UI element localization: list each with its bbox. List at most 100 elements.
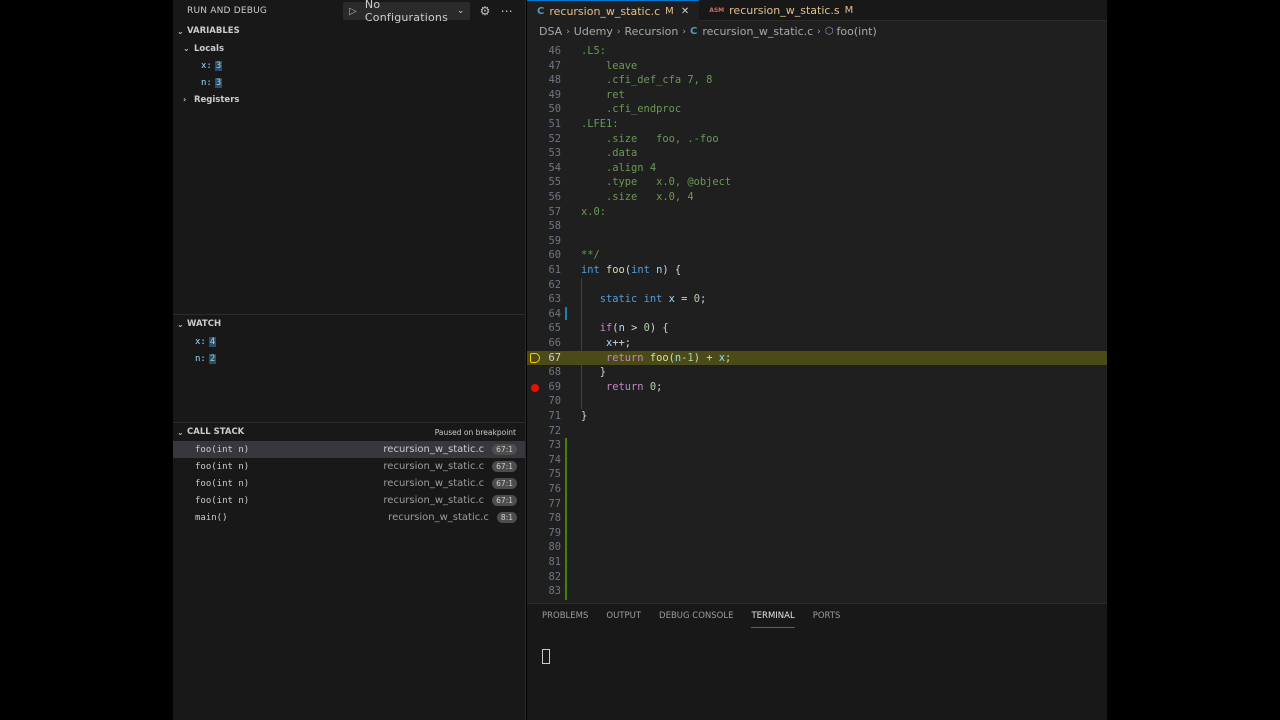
sidebar-title: RUN AND DEBUG bbox=[187, 6, 268, 16]
chevron-down-icon: ⌄ bbox=[177, 26, 184, 36]
code-line[interactable]: 75 bbox=[527, 467, 1107, 482]
code-line[interactable]: 80 bbox=[527, 540, 1107, 555]
code-line[interactable]: 64 bbox=[527, 307, 1107, 322]
locals-group[interactable]: ⌄ Locals bbox=[173, 40, 525, 57]
code-line[interactable]: 50 .cfi_endproc bbox=[527, 102, 1107, 117]
code-line[interactable]: 52 .size foo, .-foo bbox=[527, 132, 1107, 147]
callstack-header[interactable]: ⌄ CALL STACK Paused on breakpoint bbox=[173, 423, 525, 441]
code-line[interactable]: 58 bbox=[527, 219, 1107, 234]
line-number: 76 bbox=[548, 483, 561, 495]
line-number: 54 bbox=[548, 161, 561, 174]
paused-status: Paused on breakpoint bbox=[434, 427, 516, 437]
terminal-cursor[interactable] bbox=[542, 649, 550, 664]
tab-debug-console[interactable]: DEBUG CONSOLE bbox=[659, 604, 733, 628]
line-number: 46 bbox=[548, 45, 561, 57]
line-number: 66 bbox=[548, 337, 561, 349]
tab-problems[interactable]: PROBLEMS bbox=[542, 604, 588, 628]
code-line[interactable]: 56 .size x.0, 4 bbox=[527, 190, 1107, 205]
code-line[interactable]: 46 .L5: bbox=[527, 44, 1107, 59]
code-text: .size x.0, 4 bbox=[581, 191, 694, 203]
watch-header[interactable]: ⌄ WATCH bbox=[173, 315, 525, 333]
code-line[interactable]: 55 .type x.0, @object bbox=[527, 175, 1107, 190]
code-line[interactable]: 54 .align 4 bbox=[527, 161, 1107, 176]
gear-icon[interactable]: ⚙ bbox=[480, 4, 491, 18]
configuration-select[interactable]: ▷ No Configurations ⌄ bbox=[343, 0, 470, 24]
code-line[interactable]: 59 bbox=[527, 234, 1107, 249]
code-line[interactable]: 63 static int x = 0; bbox=[527, 292, 1107, 307]
line-number: 69 bbox=[548, 380, 561, 393]
line-number: 51 bbox=[548, 118, 561, 130]
stack-frame[interactable]: foo(int n) recursion_w_static.c 67:1 bbox=[173, 475, 525, 492]
code-line[interactable]: 62 bbox=[527, 278, 1107, 293]
line-number: 55 bbox=[548, 176, 561, 189]
stack-frame[interactable]: main() recursion_w_static.c 8:1 bbox=[173, 509, 525, 526]
chevron-down-icon: ⌄ bbox=[183, 44, 190, 53]
line-number: 70 bbox=[548, 395, 561, 408]
breadcrumb-item[interactable]: Udemy bbox=[574, 25, 613, 38]
tab-output[interactable]: OUTPUT bbox=[606, 604, 641, 628]
code-line[interactable]: 73 bbox=[527, 438, 1107, 453]
tab-recursion-s[interactable]: ASM recursion_w_static.s M bbox=[699, 0, 863, 21]
line-number: 64 bbox=[548, 307, 561, 320]
stack-frame[interactable]: foo(int n) recursion_w_static.c 67:1 bbox=[173, 441, 525, 458]
stack-frame[interactable]: foo(int n) recursion_w_static.c 67:1 bbox=[173, 492, 525, 509]
code-line[interactable]: 57 x.0: bbox=[527, 205, 1107, 220]
watch-row-n[interactable]: n: 2 bbox=[173, 350, 525, 367]
breadcrumb-item[interactable]: DSA bbox=[539, 25, 562, 38]
bottom-panel: PROBLEMS OUTPUT DEBUG CONSOLE TERMINAL P… bbox=[527, 603, 1107, 720]
chevron-down-icon[interactable]: ⌄ bbox=[457, 6, 465, 16]
close-icon[interactable]: ✕ bbox=[681, 6, 689, 17]
code-line[interactable]: 82 bbox=[527, 570, 1107, 585]
line-number: 82 bbox=[548, 570, 561, 583]
c-file-icon: C bbox=[537, 5, 545, 17]
code-line[interactable]: 78 bbox=[527, 511, 1107, 526]
code-line[interactable]: 66 x++; bbox=[527, 336, 1107, 351]
code-line[interactable]: 67 return foo(n-1) + x; bbox=[527, 350, 1107, 366]
line-number: 65 bbox=[548, 322, 561, 335]
code-line[interactable]: 79 bbox=[527, 526, 1107, 541]
code-line[interactable]: 72 bbox=[527, 424, 1107, 439]
code-line[interactable]: 51 .LFE1: bbox=[527, 117, 1107, 132]
code-line[interactable]: 68 } bbox=[527, 365, 1107, 380]
more-actions-icon[interactable]: ⋯ bbox=[501, 4, 513, 18]
variables-header[interactable]: ⌄ VARIABLES bbox=[173, 22, 525, 40]
code-line[interactable]: 74 bbox=[527, 453, 1107, 468]
code-view[interactable]: 46 .L5: 47 leave 48 .cfi_def_cfa 7, 8 49 ret… bbox=[527, 44, 1107, 604]
breadcrumb-item[interactable]: foo(int) bbox=[837, 25, 877, 38]
registers-group[interactable]: › Registers bbox=[173, 91, 525, 108]
stack-frame[interactable]: foo(int n) recursion_w_static.c 67:1 bbox=[173, 458, 525, 475]
chevron-right-icon: › bbox=[682, 26, 686, 37]
panel-tabs: PROBLEMS OUTPUT DEBUG CONSOLE TERMINAL P… bbox=[527, 604, 1107, 628]
code-line[interactable]: 77 bbox=[527, 497, 1107, 512]
function-icon: ⬡ bbox=[824, 26, 834, 37]
code-line[interactable]: 60 **/ bbox=[527, 248, 1107, 263]
code-line[interactable]: 53 .data bbox=[527, 146, 1107, 161]
watch-row-x[interactable]: x: 4 bbox=[173, 333, 525, 350]
code-line[interactable]: 81 bbox=[527, 555, 1107, 570]
line-number: 75 bbox=[548, 468, 561, 481]
code-line[interactable]: 49 ret bbox=[527, 88, 1107, 103]
code-line[interactable]: 76 bbox=[527, 482, 1107, 497]
variable-row-n[interactable]: n: 3 bbox=[173, 74, 525, 91]
start-debugging-icon[interactable]: ▷ bbox=[349, 6, 357, 17]
c-file-icon: C bbox=[690, 26, 698, 37]
code-line[interactable]: 65 if(n > 0) { bbox=[527, 321, 1107, 336]
line-number: 58 bbox=[548, 220, 561, 233]
code-line[interactable]: 69 return 0; bbox=[527, 380, 1107, 395]
code-line[interactable]: 83 bbox=[527, 584, 1107, 599]
breadcrumb-item[interactable]: Recursion bbox=[624, 25, 678, 38]
code-text: .data bbox=[581, 147, 638, 160]
code-line[interactable]: 47 leave bbox=[527, 59, 1107, 74]
breadcrumb-item[interactable]: recursion_w_static.c bbox=[702, 25, 813, 38]
code-line[interactable]: 48 .cfi_def_cfa 7, 8 bbox=[527, 73, 1107, 88]
code-line[interactable]: 70 bbox=[527, 394, 1107, 409]
code-line[interactable]: 71} bbox=[527, 409, 1107, 424]
code-line[interactable]: 61 int foo(int n) { bbox=[527, 263, 1107, 278]
tab-recursion-c[interactable]: C recursion_w_static.c M ✕ bbox=[527, 0, 700, 21]
chevron-right-icon: › bbox=[566, 26, 570, 37]
tab-ports[interactable]: PORTS bbox=[813, 604, 841, 628]
editor-area: C recursion_w_static.c M ✕ ASM recursion… bbox=[527, 0, 1107, 720]
code-text: if(n > 0) { bbox=[599, 322, 669, 335]
tab-terminal[interactable]: TERMINAL bbox=[751, 604, 795, 628]
variable-row-x[interactable]: x: 3 bbox=[173, 57, 525, 74]
